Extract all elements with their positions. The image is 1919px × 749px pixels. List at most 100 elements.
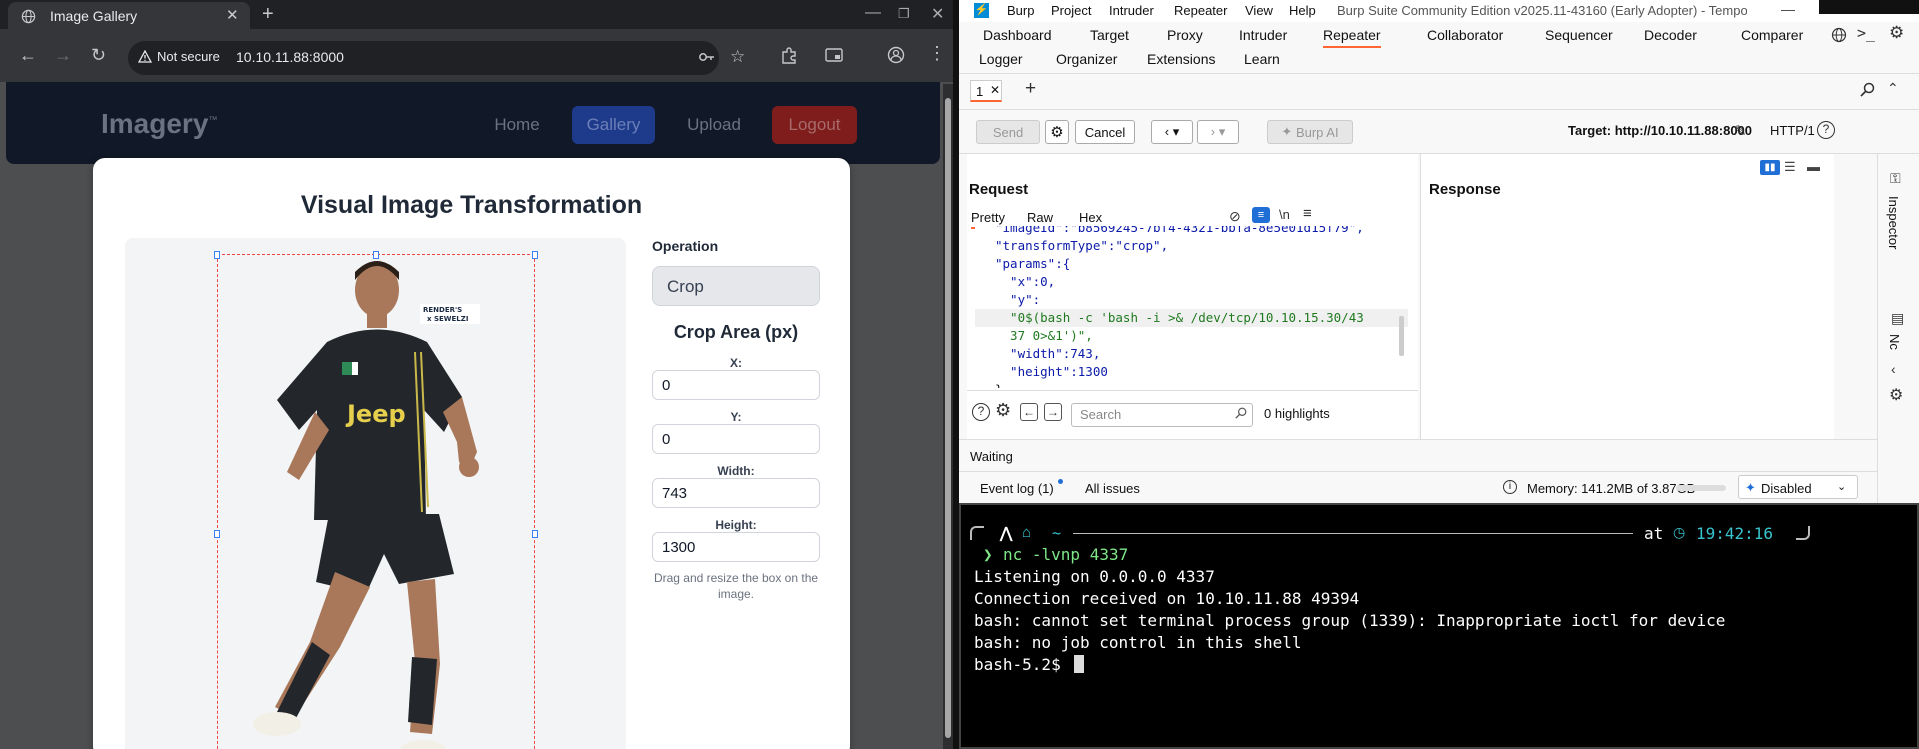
next-match-icon[interactable]: → <box>1044 403 1062 421</box>
single-view-icon[interactable]: ▬ <box>1807 159 1820 174</box>
subtab-hex[interactable]: Hex <box>1079 210 1102 225</box>
y-input[interactable]: 0 <box>652 424 820 454</box>
send-button[interactable]: Send <box>976 120 1040 144</box>
history-back-button[interactable]: ‹ ▾ <box>1151 120 1193 144</box>
nav-home[interactable]: Home <box>481 106 553 144</box>
tab-dashboard[interactable]: Dashboard <box>983 22 1052 48</box>
crop-handle-n[interactable] <box>373 251 379 259</box>
operation-select[interactable]: Crop <box>652 266 820 306</box>
menu-intruder[interactable]: Intruder <box>1109 3 1154 18</box>
reload-icon[interactable]: ↻ <box>91 45 106 66</box>
new-tab-button[interactable]: + <box>262 3 274 26</box>
close-tab-icon[interactable]: ✕ <box>990 83 1000 97</box>
nav-upload[interactable]: Upload <box>674 106 754 144</box>
edit-target-icon[interactable]: ✎ <box>1734 122 1747 140</box>
extensions-icon[interactable] <box>780 47 798 65</box>
crop-handle-w[interactable] <box>214 530 220 538</box>
tab-intruder[interactable]: Intruder <box>1239 22 1287 48</box>
http-version[interactable]: HTTP/1 <box>1770 123 1815 138</box>
settings-gear-icon[interactable]: ⚙ <box>1889 385 1903 405</box>
collapse-icon[interactable]: ⌃ <box>1887 80 1899 97</box>
ai-mode-dropdown[interactable]: ✦ Disabled ⌄ <box>1738 475 1858 499</box>
event-log-tab[interactable]: Event log (1) <box>980 481 1054 496</box>
expand-icon[interactable]: ‹ <box>1891 361 1896 377</box>
security-indicator[interactable]: Not secure <box>138 49 220 64</box>
cast-icon[interactable] <box>825 47 843 63</box>
close-tab-icon[interactable]: ✕ <box>226 6 239 24</box>
minimize-icon[interactable]: — <box>865 4 881 22</box>
profile-icon[interactable] <box>887 46 905 64</box>
wrap-toggle-icon[interactable]: ≡ <box>1252 207 1270 223</box>
tab-target[interactable]: Target <box>1090 22 1129 48</box>
menu-view[interactable]: View <box>1245 3 1273 18</box>
restore-icon[interactable]: ❐ <box>898 6 910 22</box>
split-vertical-icon[interactable]: ☰ <box>1784 159 1796 175</box>
crop-selection[interactable] <box>214 251 538 749</box>
crop-handle-ne[interactable] <box>532 251 538 259</box>
back-icon[interactable]: ← <box>19 45 37 66</box>
send-settings-icon[interactable]: ⚙ <box>1045 120 1069 144</box>
crop-handle-e[interactable] <box>532 530 538 538</box>
previous-match-icon[interactable]: ← <box>1020 403 1038 421</box>
search-icon[interactable] <box>1860 82 1875 97</box>
width-input[interactable]: 743 <box>652 478 820 508</box>
menu-kebab-icon[interactable]: ⋮ <box>928 43 946 64</box>
key-icon[interactable] <box>698 49 716 65</box>
bookmark-star-icon[interactable]: ☆ <box>730 47 745 67</box>
editor-scrollbar[interactable] <box>1399 316 1404 356</box>
forward-icon[interactable]: → <box>54 45 72 66</box>
tab-decoder[interactable]: Decoder <box>1644 22 1697 48</box>
tab-logger[interactable]: Logger <box>979 46 1023 72</box>
page-scrollbar[interactable] <box>943 84 953 749</box>
tab-collaborator[interactable]: Collaborator <box>1427 22 1503 48</box>
settings-gear-icon[interactable]: ⚙ <box>1889 23 1904 43</box>
tab-sequencer[interactable]: Sequencer <box>1545 22 1613 48</box>
nav-gallery[interactable]: Gallery <box>572 106 655 144</box>
cancel-button[interactable]: Cancel <box>1075 120 1135 144</box>
menu-repeater[interactable]: Repeater <box>1174 3 1227 18</box>
help-icon[interactable]: ? <box>972 403 990 421</box>
search-input[interactable]: Search <box>1071 403 1253 427</box>
notes-icon[interactable]: ▤ <box>1891 310 1904 327</box>
url-text[interactable]: 10.10.11.88:8000 <box>236 49 344 65</box>
crop-handle-nw[interactable] <box>214 251 220 259</box>
add-tab-button[interactable]: + <box>1025 78 1036 100</box>
menu-burp[interactable]: Burp <box>1007 3 1034 18</box>
request-editor[interactable]: "imageId":"b8569245-7bf4-4321-bbfa-8e5e0… <box>975 226 1408 388</box>
settings-gear-icon[interactable]: ⚙ <box>995 400 1011 421</box>
site-logo[interactable]: Imagery™ <box>101 108 217 140</box>
address-bar[interactable]: Not secure 10.10.11.88:8000 <box>128 41 719 75</box>
globe-icon[interactable] <box>1831 27 1847 43</box>
tab-learn[interactable]: Learn <box>1244 46 1280 72</box>
burp-ai-button[interactable]: ✦ Burp AI <box>1267 120 1353 144</box>
height-input[interactable]: 1300 <box>652 532 820 562</box>
menu-help[interactable]: Help <box>1289 3 1316 18</box>
inspector-icon[interactable]: ⚿ <box>1890 170 1901 187</box>
history-forward-button[interactable]: › ▾ <box>1197 120 1239 144</box>
split-horizontal-icon[interactable]: ▮▮ <box>1760 160 1780 175</box>
subtab-raw[interactable]: Raw <box>1027 210 1053 225</box>
tab-comparer[interactable]: Comparer <box>1741 22 1803 48</box>
menu-icon[interactable]: ≡ <box>1303 205 1312 222</box>
tab-proxy[interactable]: Proxy <box>1167 22 1203 48</box>
inspector-tab[interactable]: Inspector <box>1886 196 1901 249</box>
tab-extensions[interactable]: Extensions <box>1147 46 1215 72</box>
tab-organizer[interactable]: Organizer <box>1056 46 1117 72</box>
x-input[interactable]: 0 <box>652 370 820 400</box>
tab-repeater[interactable]: Repeater <box>1323 22 1381 48</box>
terminal-icon[interactable]: >_ <box>1857 24 1875 42</box>
all-issues-tab[interactable]: All issues <box>1085 481 1140 496</box>
nav-logout[interactable]: Logout <box>772 106 857 144</box>
minimize-icon[interactable]: — <box>1781 1 1795 17</box>
menu-project[interactable]: Project <box>1051 3 1091 18</box>
help-icon[interactable]: ? <box>1817 121 1835 139</box>
terminal-window[interactable]: ⋀ ⌂ ~ at ◷ 19:42:16 ❯ nc -lvnp 4337 List… <box>959 503 1919 749</box>
newline-toggle[interactable]: \n <box>1279 207 1290 222</box>
sparkle-icon: ✦ <box>1745 480 1756 495</box>
scrollbar-thumb[interactable] <box>945 98 951 738</box>
notes-tab[interactable]: Nc <box>1887 334 1902 350</box>
close-window-icon[interactable]: ✕ <box>931 4 944 24</box>
repeater-tab-1[interactable]: 1 ✕ <box>970 80 1002 102</box>
browser-tab[interactable]: Image Gallery ✕ <box>8 2 250 29</box>
hide-icon[interactable]: ⊘ <box>1229 208 1241 225</box>
